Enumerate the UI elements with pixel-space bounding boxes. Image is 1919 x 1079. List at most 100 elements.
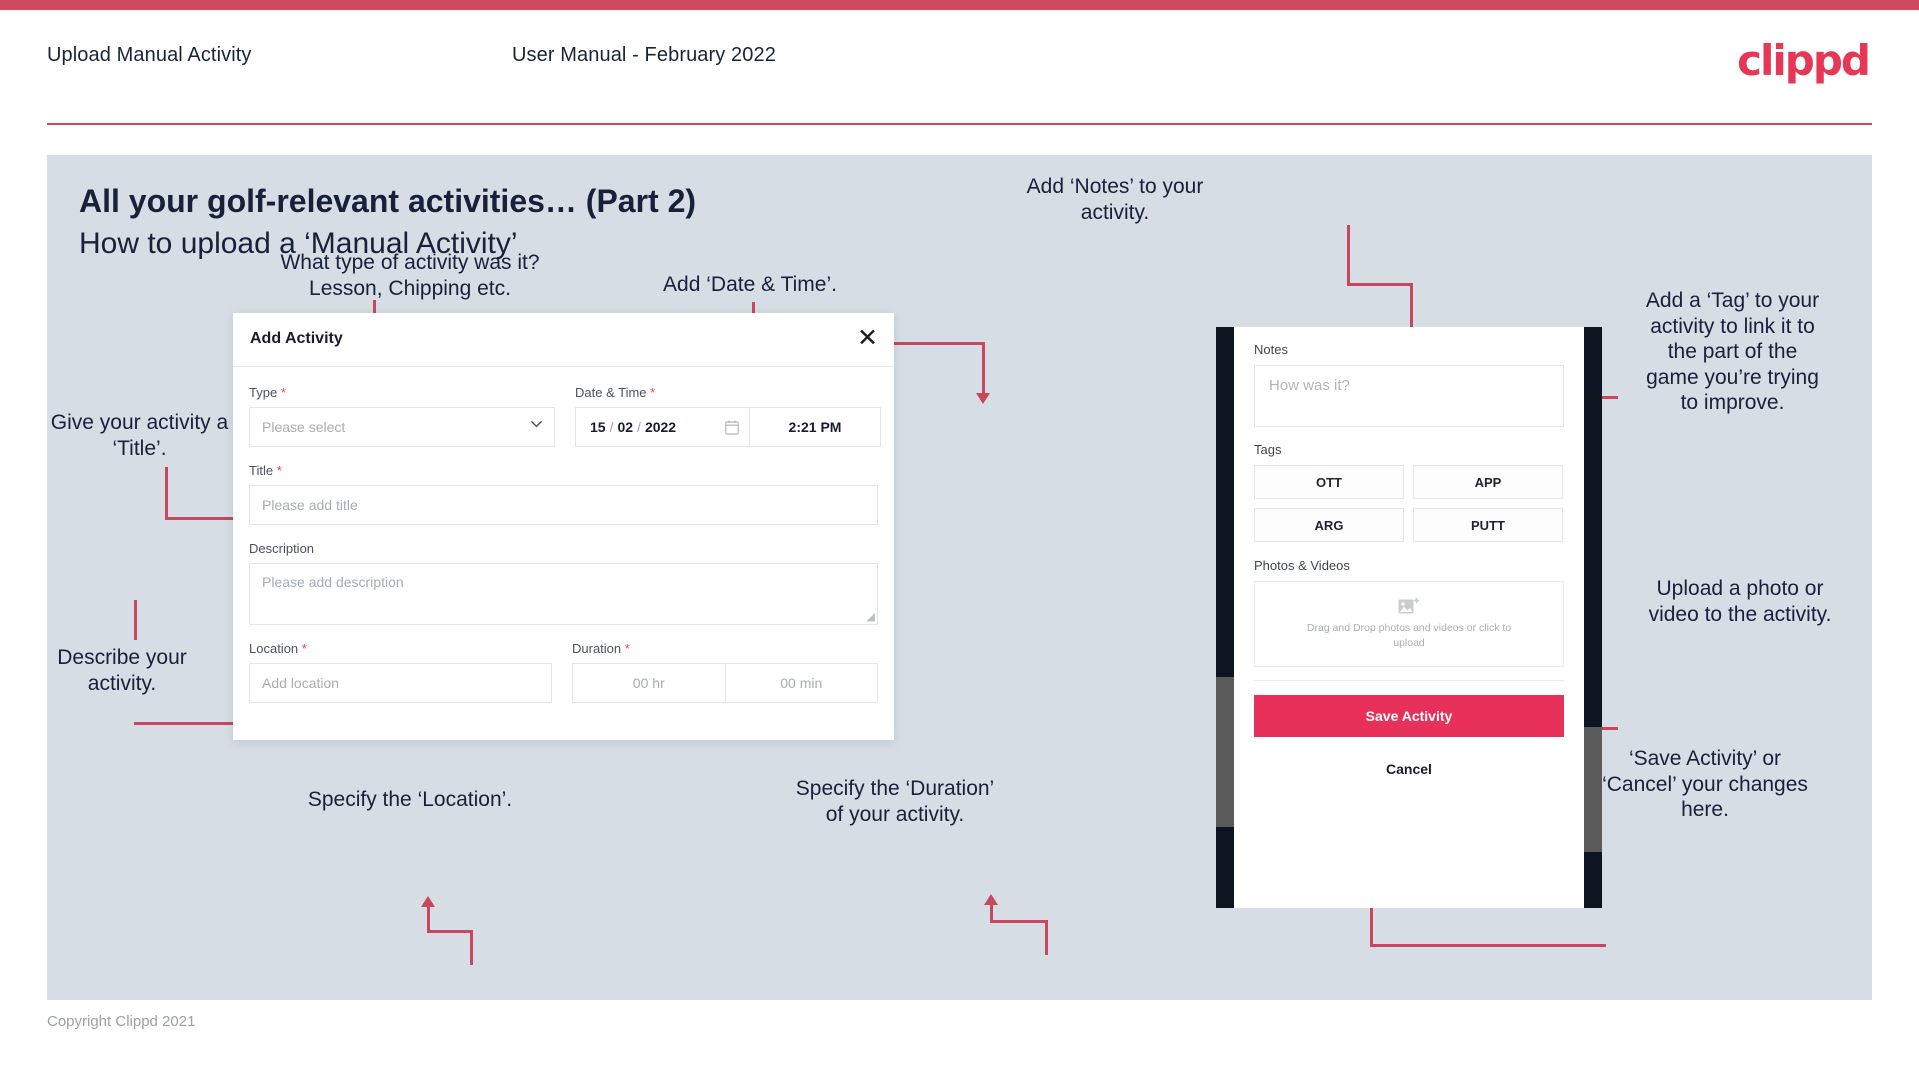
connector-notes-h (1347, 283, 1413, 286)
duration-inputs: 00 hr 00 min (572, 663, 878, 703)
required-asterisk: * (650, 385, 656, 400)
phone-notes-placeholder: How was it? (1269, 377, 1350, 394)
field-description: Description Please add description ◢ (249, 541, 878, 625)
photo-dropzone[interactable]: Drag and Drop photos and videos or click… (1254, 581, 1564, 667)
chevron-down-icon (531, 421, 542, 428)
connector-desc-v (134, 600, 137, 640)
tag-putt[interactable]: PUTT (1413, 508, 1563, 542)
resize-grip-icon[interactable]: ◢ (867, 610, 875, 623)
date-input[interactable]: 15/02/2022 (575, 407, 749, 447)
time-input[interactable]: 2:21 PM (749, 407, 881, 447)
date-sep-2: / (637, 419, 641, 435)
date-sep-1: / (609, 419, 614, 435)
phone-mockup: Notes How was it? Tags OTT APP ARG PUTT … (1216, 327, 1602, 908)
annotation-duration: Specify the ‘Duration’ of your activity. (795, 777, 995, 826)
duration-minutes-input[interactable]: 00 min (724, 663, 878, 703)
connector-dt-arrow (976, 393, 990, 404)
phone-notes-input[interactable]: How was it? (1254, 365, 1564, 427)
connector-dur-arrow (984, 894, 998, 905)
field-type: Type * Please select (249, 385, 555, 447)
connector-save-h (1370, 944, 1606, 947)
type-label: Type * (249, 385, 555, 400)
phone-divider (1254, 680, 1564, 681)
add-activity-dialog: Add Activity ✕ Type * Please select Date… (233, 313, 894, 740)
annotation-datetime: Add ‘Date & Time’. (663, 273, 837, 296)
connector-dur-h (990, 920, 1048, 923)
dialog-header: Add Activity ✕ (233, 313, 894, 367)
footer-copyright: Copyright Clippd 2021 (47, 1013, 196, 1030)
add-image-icon (1398, 597, 1420, 614)
location-placeholder: Add location (262, 675, 340, 691)
location-label-text: Location (249, 641, 299, 656)
duration-hours-input[interactable]: 00 hr (572, 663, 725, 703)
required-asterisk: * (624, 641, 630, 656)
row-type-datetime: Type * Please select Date & Time * 15 / … (249, 385, 881, 447)
slide-heading: All your golf-relevant activities… (Part… (79, 183, 697, 219)
date-year: 2022 (644, 419, 677, 435)
field-title: Title * Please add title (249, 463, 878, 525)
field-datetime: Date & Time * 15/02/2022 2:21 PM (575, 385, 881, 447)
phone-screen: Notes How was it? Tags OTT APP ARG PUTT … (1234, 327, 1584, 908)
connector-loc-h (427, 930, 473, 933)
phone-photos-label: Photos & Videos (1254, 558, 1350, 573)
description-label: Description (249, 541, 878, 556)
connector-loc-v2 (427, 905, 430, 933)
save-activity-button[interactable]: Save Activity (1254, 695, 1564, 737)
connector-desc-h (134, 722, 236, 725)
required-asterisk: * (276, 463, 282, 478)
annotation-notes: Add ‘Notes’ to your activity. (1026, 175, 1204, 224)
cancel-button[interactable]: Cancel (1254, 754, 1564, 784)
duration-label: Duration * (572, 641, 878, 656)
title-input-placeholder: Please add title (262, 497, 358, 513)
dialog-title: Add Activity (250, 330, 343, 347)
title-input[interactable]: Please add title (249, 485, 878, 525)
phone-tags-label: Tags (1254, 442, 1282, 457)
row-location-duration: Location * Add location Duration * 00 hr… (249, 641, 878, 703)
header-divider (47, 123, 1872, 125)
phone-frame-left (1216, 327, 1234, 908)
required-asterisk: * (301, 641, 307, 656)
phone-frame-right (1584, 327, 1602, 908)
location-label: Location * (249, 641, 552, 656)
close-icon[interactable]: ✕ (857, 325, 878, 350)
clippd-logo: clippd (1737, 36, 1871, 85)
required-asterisk: * (280, 385, 286, 400)
location-input[interactable]: Add location (249, 663, 552, 703)
phone-tags-group: OTT APP ARG PUTT (1254, 465, 1564, 542)
connector-notes-v1 (1347, 225, 1350, 286)
datetime-label: Date & Time * (575, 385, 881, 400)
field-duration: Duration * 00 hr 00 min (572, 641, 878, 703)
connector-dur-v1 (1045, 923, 1048, 955)
tag-ott[interactable]: OTT (1254, 465, 1404, 499)
tag-app[interactable]: APP (1413, 465, 1563, 499)
title-label-text: Title (249, 463, 274, 478)
connector-loc-v1 (470, 933, 473, 965)
type-label-text: Type (249, 385, 278, 400)
annotation-tags: Add a ‘Tag’ to your activity to link it … (1645, 289, 1820, 415)
datetime-label-text: Date & Time (575, 385, 647, 400)
title-label: Title * (249, 463, 878, 478)
type-select-value: Please select (262, 419, 346, 435)
annotation-location: Specify the ‘Location’. (307, 788, 513, 811)
annotation-save: ‘Save Activity’ or ‘Cancel’ your changes… (1602, 747, 1808, 822)
top-accent-bar (0, 0, 1919, 10)
phone-notes-label: Notes (1254, 342, 1288, 357)
description-placeholder: Please add description (262, 574, 404, 590)
connector-dur-v2 (990, 903, 993, 923)
calendar-icon[interactable] (725, 420, 739, 435)
description-textarea[interactable]: Please add description ◢ (249, 563, 878, 625)
connector-title-h (165, 517, 236, 520)
field-location: Location * Add location (249, 641, 552, 703)
page-title: Upload Manual Activity (47, 44, 252, 66)
type-select[interactable]: Please select (249, 407, 555, 447)
tag-arg[interactable]: ARG (1254, 508, 1404, 542)
duration-label-text: Duration (572, 641, 622, 656)
phone-frame-left-accent (1216, 677, 1234, 827)
dialog-body: Type * Please select Date & Time * 15 / … (233, 367, 894, 703)
phone-frame-right-accent (1584, 727, 1602, 852)
connector-title-v (165, 467, 168, 520)
description-label-text: Description (249, 541, 315, 556)
header-subtitle: User Manual - February 2022 (512, 44, 776, 66)
connector-loc-arrow (421, 896, 435, 907)
connector-dt-v2 (982, 342, 985, 398)
